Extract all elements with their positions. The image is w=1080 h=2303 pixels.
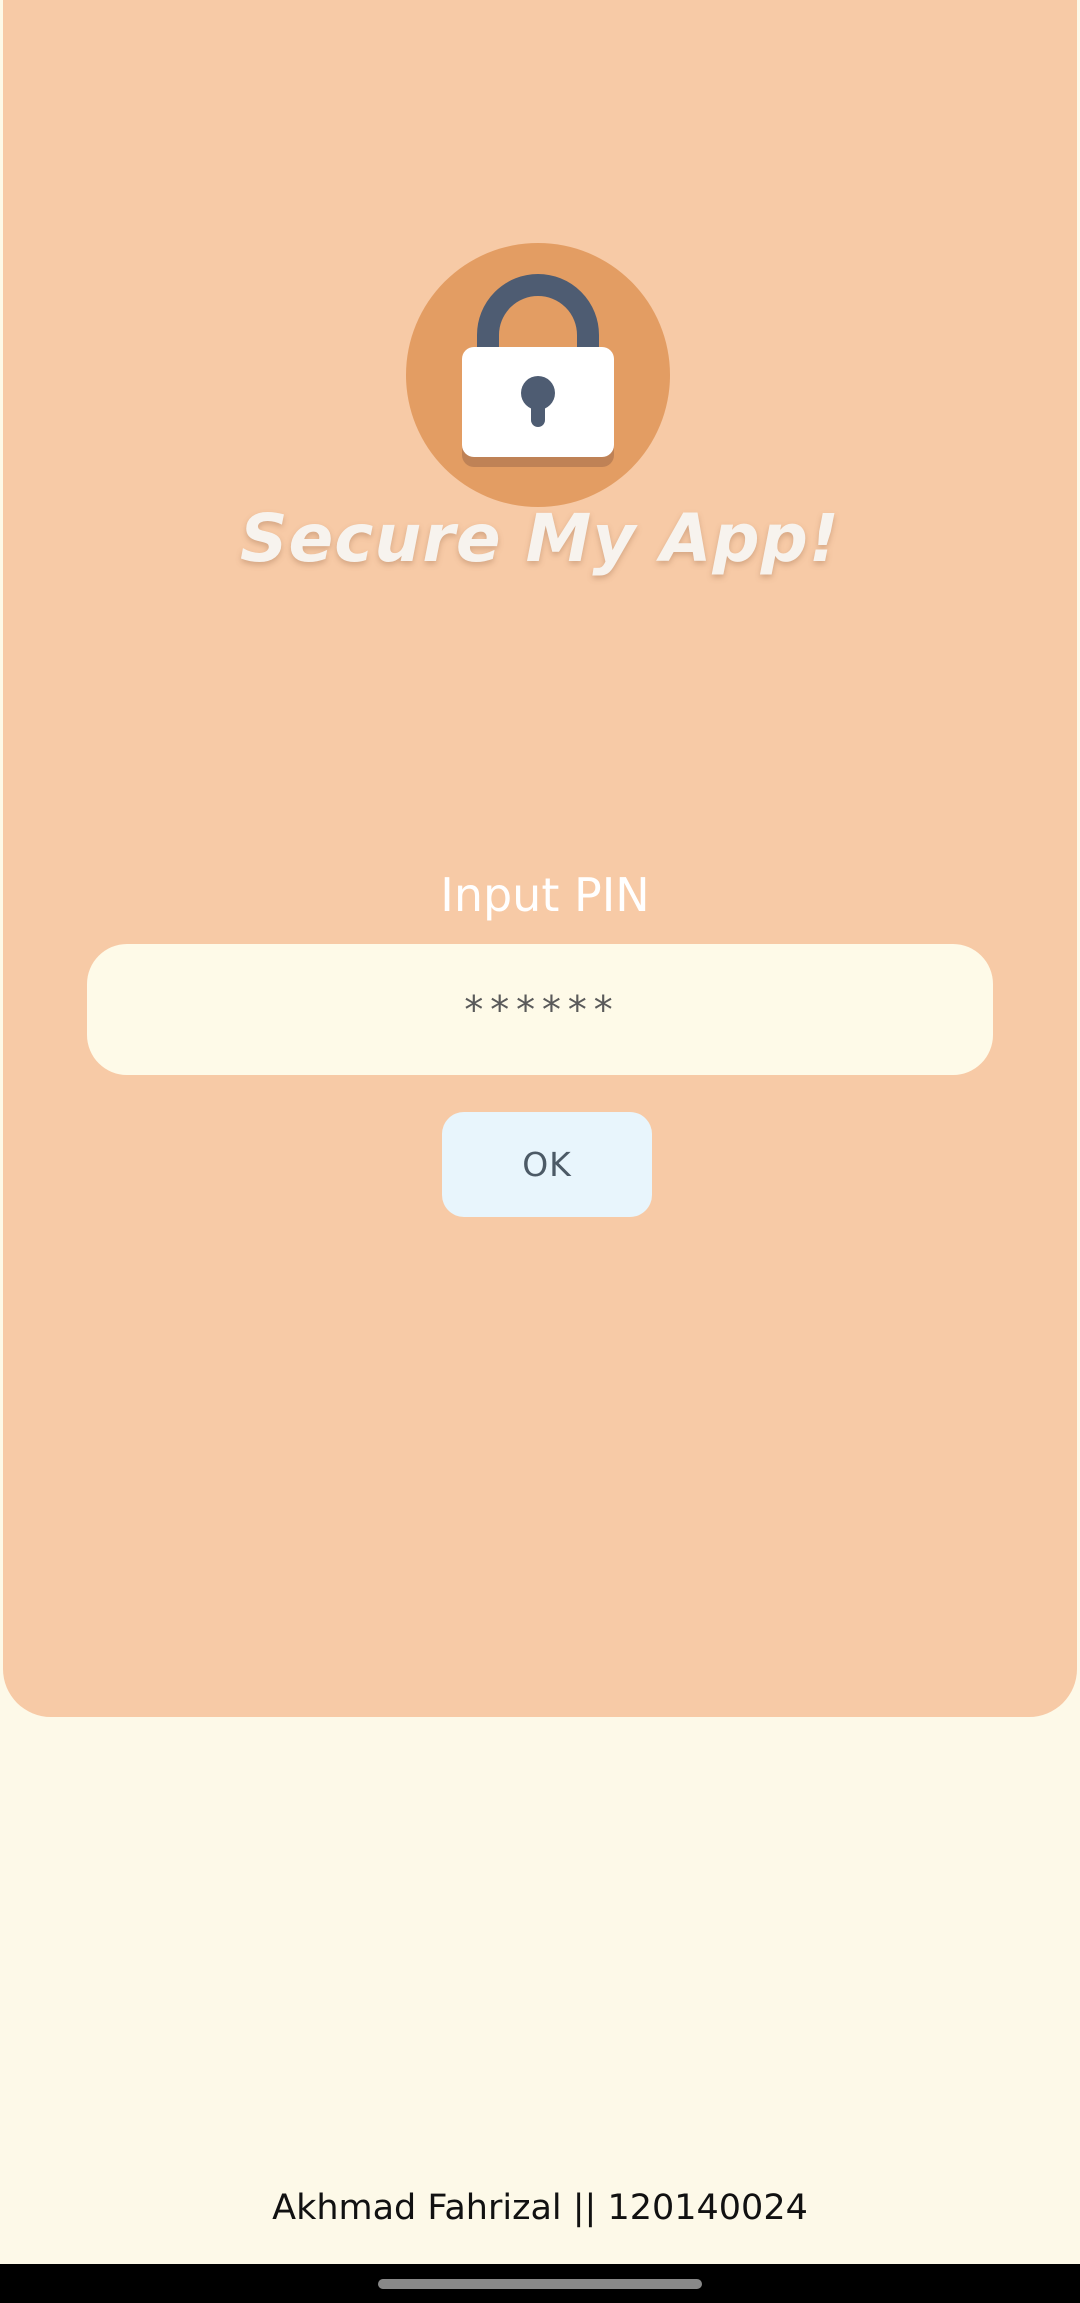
pin-label: Input PIN [440, 868, 650, 922]
footer-credit: Akhmad Fahrizal || 120140024 [272, 2188, 808, 2228]
padlock-icon [406, 243, 670, 507]
app-title: Secure My App! [239, 500, 841, 577]
pin-input[interactable] [87, 944, 993, 1075]
navigation-bar [0, 2264, 1080, 2303]
home-indicator[interactable] [378, 2279, 702, 2289]
ok-button[interactable]: OK [442, 1112, 652, 1217]
